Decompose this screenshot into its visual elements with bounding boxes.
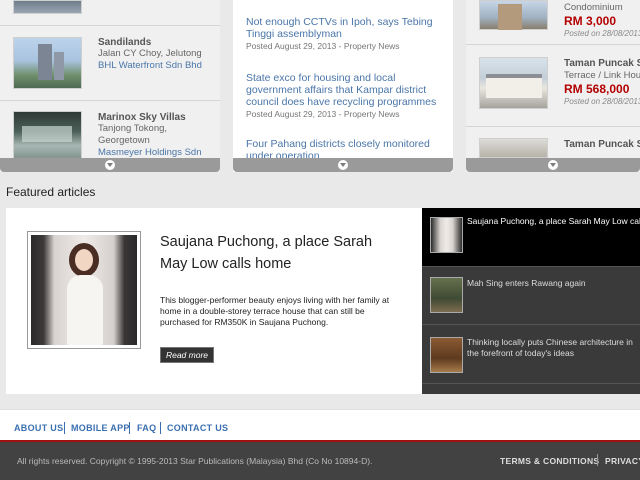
mobile-app-link[interactable]: MOBILE APP	[71, 423, 130, 433]
scroll-down-bar[interactable]	[0, 158, 220, 172]
property-price: RM 568,000	[564, 82, 630, 96]
featured-list-item[interactable]: Saujana Puchong, a place Sarah May Low c…	[422, 208, 640, 267]
photo-figure	[31, 235, 137, 345]
face-shape	[75, 249, 93, 271]
building-shape	[498, 4, 522, 30]
news-panel: Not enough CCTVs in Ipoh, says Tebing Ti…	[233, 0, 453, 172]
news-item[interactable]: Not enough CCTVs in Ipoh, says Tebing Ti…	[246, 16, 446, 51]
property-listing[interactable]: Condominium RM 3,000 Posted on 28/08/201…	[564, 2, 640, 39]
building-shape	[22, 126, 72, 142]
building-shape	[54, 52, 64, 80]
developer-company[interactable]: Masmeyer Holdings Sdn	[98, 147, 218, 158]
property-listing[interactable]: Taman Puncak Saujana, Kajang Terrace / L…	[564, 58, 640, 107]
read-more-button[interactable]: Read more	[160, 347, 214, 363]
featured-thumbnail[interactable]	[430, 277, 463, 313]
featured-title[interactable]: Saujana Puchong, a place Sarah May Low c…	[160, 231, 400, 275]
featured-photo[interactable]	[27, 231, 141, 349]
footer-links: ABOUT US MOBILE APP FAQ CONTACT US	[0, 409, 640, 441]
developer-name[interactable]: Sandilands	[98, 37, 151, 48]
news-item[interactable]: State exco for housing and local governm…	[246, 72, 446, 119]
featured-description: This blogger-performer beauty enjoys liv…	[160, 295, 390, 327]
divider	[160, 422, 161, 434]
list-item[interactable]	[0, 0, 220, 26]
property-listing[interactable]: Taman Puncak Saujana, Kajang	[564, 139, 640, 151]
developer-thumbnail[interactable]	[13, 0, 82, 14]
divider	[466, 126, 640, 127]
divider	[64, 422, 65, 434]
featured-list-item[interactable]: Mah Sing enters Rawang again	[422, 267, 640, 325]
chevron-down-icon[interactable]	[105, 160, 115, 170]
list-item[interactable]: Sandilands Jalan CY Choy, Jelutong BHL W…	[0, 26, 220, 101]
featured-list: Saujana Puchong, a place Sarah May Low c…	[422, 208, 640, 394]
dress-shape	[67, 275, 103, 345]
featured-heading: Featured articles	[6, 185, 96, 199]
property-thumbnail[interactable]	[479, 138, 548, 158]
property-type: Terrace / Link House	[564, 70, 640, 81]
chevron-down-icon[interactable]	[548, 160, 558, 170]
developer-thumbnail[interactable]	[13, 111, 82, 161]
house-shape	[486, 74, 542, 98]
building-shape	[38, 44, 52, 80]
footer-bottom: All rights reserved. Copyright © 1995-20…	[0, 442, 640, 480]
property-name[interactable]: Taman Puncak Saujana, Kajang	[564, 139, 640, 151]
developer-company[interactable]: BHL Waterfront Sdn Bhd	[98, 60, 218, 71]
developer-thumbnail[interactable]	[13, 37, 82, 89]
property-price: RM 3,000	[564, 14, 617, 28]
contact-us-link[interactable]: CONTACT US	[167, 423, 228, 433]
property-date: Posted on 28/08/2013	[564, 29, 640, 38]
property-type: Condominium	[564, 2, 623, 13]
featured-list-item[interactable]: Thinking locally puts Chinese architectu…	[422, 325, 640, 384]
featured-list-title[interactable]: Mah Sing enters Rawang again	[467, 278, 640, 289]
scroll-down-bar[interactable]	[466, 158, 640, 172]
featured-list-title[interactable]: Saujana Puchong, a place Sarah May Low c…	[467, 216, 640, 227]
featured-thumbnail[interactable]	[430, 337, 463, 373]
property-name[interactable]: Taman Puncak Saujana, Kajang	[564, 58, 640, 70]
privacy-link[interactable]: PRIVACY	[605, 456, 640, 466]
property-thumbnail[interactable]	[479, 0, 548, 30]
news-title[interactable]: Not enough CCTVs in Ipoh, says Tebing Ti…	[246, 16, 446, 40]
developers-panel: Sandilands Jalan CY Choy, Jelutong BHL W…	[0, 0, 220, 172]
scroll-down-bar[interactable]	[233, 158, 453, 172]
faq-link[interactable]: FAQ	[137, 423, 156, 433]
divider	[129, 422, 130, 434]
divider	[597, 454, 598, 466]
terms-link[interactable]: TERMS & CONDITIONS	[500, 456, 599, 466]
news-meta: Posted August 29, 2013 - Property News	[246, 109, 400, 119]
featured-article: Saujana Puchong, a place Sarah May Low c…	[6, 208, 422, 394]
news-title[interactable]: State exco for housing and local governm…	[246, 72, 446, 108]
copyright-text: All rights reserved. Copyright © 1995-20…	[17, 456, 373, 466]
developer-address: Jalan CY Choy, Jelutong	[98, 48, 202, 59]
news-meta: Posted August 29, 2013 - Property News	[246, 41, 400, 51]
divider	[466, 44, 640, 45]
featured-list-title[interactable]: Thinking locally puts Chinese architectu…	[467, 337, 640, 359]
chevron-down-icon[interactable]	[338, 160, 348, 170]
developer-address: Tanjong Tokong, Georgetown	[98, 123, 168, 146]
properties-panel: Condominium RM 3,000 Posted on 28/08/201…	[466, 0, 640, 172]
developer-name[interactable]: Marinox Sky Villas	[98, 112, 186, 123]
featured-thumbnail[interactable]	[430, 217, 463, 253]
property-thumbnail[interactable]	[479, 57, 548, 109]
property-date: Posted on 28/08/2013	[564, 97, 640, 106]
about-us-link[interactable]: ABOUT US	[14, 423, 63, 433]
